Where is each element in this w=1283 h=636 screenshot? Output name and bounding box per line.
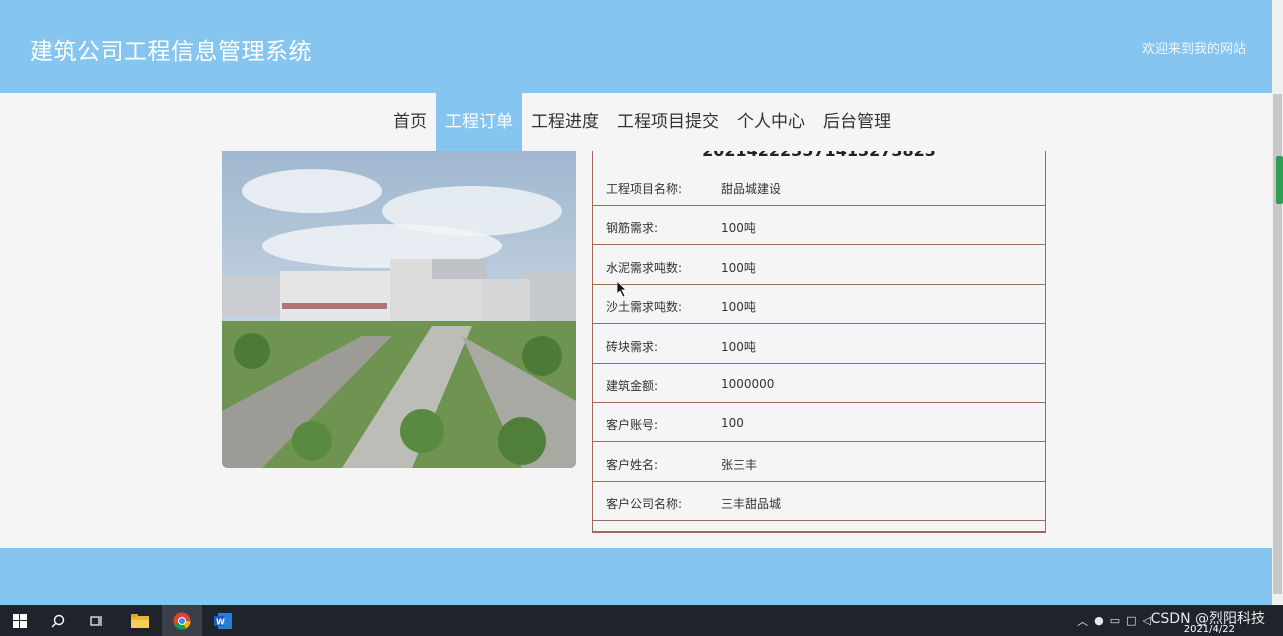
table-row: 客户姓名: 张三丰 — [593, 443, 1045, 482]
row-value: 100吨 — [721, 221, 756, 235]
table-row: 客户公司名称: 三丰甜品城 — [593, 482, 1045, 521]
row-value: 100吨 — [721, 300, 756, 314]
table-row: 沙土需求吨数: 100吨 — [593, 285, 1045, 324]
folder-icon — [131, 613, 149, 628]
battery-icon[interactable]: ▭ — [1110, 614, 1120, 627]
chevron-up-icon[interactable]: ︿ — [1077, 613, 1088, 629]
table-row: 水泥需求吨数: 100吨 — [593, 246, 1045, 285]
site-footer — [0, 548, 1272, 605]
nav-item-orders[interactable]: 工程订单 — [436, 93, 522, 151]
word-icon: W — [214, 612, 232, 629]
task-view-icon — [90, 615, 102, 626]
order-code: 202142223571413273823 — [593, 151, 1045, 160]
nav-item-progress[interactable]: 工程进度 — [522, 93, 608, 151]
row-label: 客户公司名称: — [606, 497, 683, 511]
row-label: 水泥需求吨数: — [606, 261, 683, 275]
chrome-button[interactable] — [162, 605, 202, 636]
row-label: 客户姓名: — [606, 458, 659, 472]
chrome-icon — [173, 612, 191, 630]
start-button[interactable] — [0, 605, 40, 636]
scroll-indicator-icon — [1276, 156, 1283, 204]
row-value: 三丰甜品城 — [721, 497, 782, 511]
row-value: 张三丰 — [721, 458, 758, 472]
project-photo — [222, 151, 576, 468]
welcome-text: 欢迎来到我的网站 — [1141, 42, 1246, 57]
file-explorer-button[interactable] — [120, 605, 160, 636]
network-icon[interactable]: □ — [1126, 614, 1136, 627]
nav-item-submit[interactable]: 工程项目提交 — [608, 93, 728, 151]
table-row: 工程项目名称: 甜品城建设 — [593, 167, 1045, 206]
main-nav: 首页 工程订单 工程进度 工程项目提交 个人中心 后台管理 — [0, 93, 1272, 151]
order-detail-table: 202142223571413273823 工程项目名称: 甜品城建设 钢筋需求… — [592, 151, 1046, 533]
nav-item-home[interactable]: 首页 — [384, 93, 436, 151]
row-label: 建筑金额: — [606, 379, 659, 393]
row-value: 100吨 — [721, 340, 756, 354]
row-label: 钢筋需求: — [606, 221, 659, 235]
mouse-cursor-icon — [617, 281, 627, 297]
tray-app-icon[interactable]: ● — [1094, 614, 1104, 627]
nav-item-personal[interactable]: 个人中心 — [728, 93, 814, 151]
site-title: 建筑公司工程信息管理系统 — [30, 39, 312, 65]
row-value: 甜品城建设 — [721, 182, 782, 196]
row-label: 客户账号: — [606, 418, 659, 432]
row-value: 100 — [721, 416, 744, 430]
table-row: 客户账号: 100 — [593, 403, 1045, 442]
search-button[interactable] — [38, 605, 78, 636]
search-icon — [51, 614, 65, 627]
row-label: 砖块需求: — [606, 340, 659, 354]
table-row: 钢筋需求: 100吨 — [593, 206, 1045, 245]
table-row: 建筑金额: 1000000 — [593, 364, 1045, 403]
nav-item-admin[interactable]: 后台管理 — [814, 93, 900, 151]
page-scrollbar[interactable] — [1272, 0, 1283, 605]
svg-text:W: W — [216, 617, 225, 626]
word-button[interactable]: W — [203, 605, 243, 636]
table-row: 砖块需求: 100吨 — [593, 325, 1045, 364]
row-label: 工程项目名称: — [606, 182, 683, 196]
taskbar-date: 2021/4/22 — [1183, 624, 1235, 635]
windows-icon — [13, 613, 27, 628]
os-taskbar: W ︿ ● ▭ □ ◁ CSDN @烈阳科技 2021/4/22 — [0, 605, 1283, 636]
row-label: 沙土需求吨数: — [606, 300, 683, 314]
site-header: 建筑公司工程信息管理系统 欢迎来到我的网站 — [0, 0, 1272, 93]
row-value: 100吨 — [721, 261, 756, 275]
row-value: 1000000 — [721, 377, 775, 391]
task-view-button[interactable] — [77, 605, 117, 636]
